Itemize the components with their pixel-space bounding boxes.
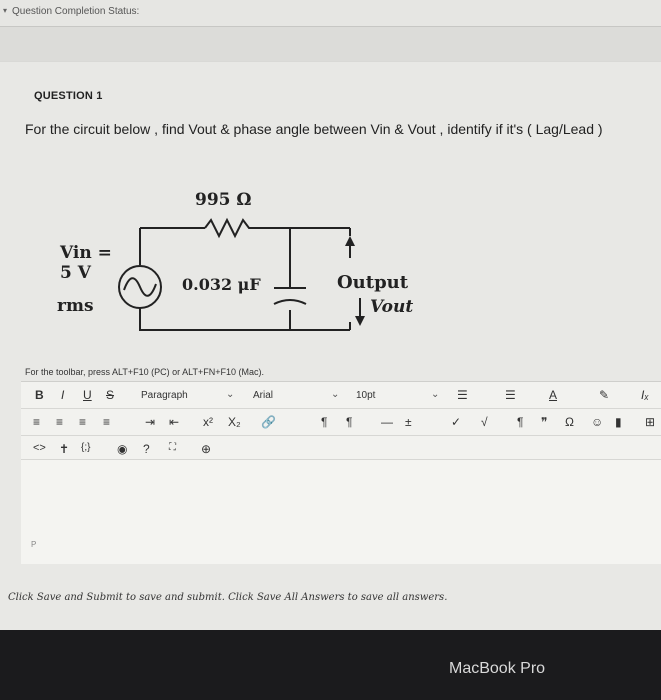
clear-format-icon[interactable]: Iₓ: [641, 388, 649, 402]
italic-button[interactable]: I: [61, 388, 64, 402]
strikethrough-button[interactable]: S: [106, 388, 114, 402]
paragraph-mark-icon[interactable]: ¶: [517, 415, 523, 429]
numbered-list-icon[interactable]: ☰: [505, 388, 516, 402]
chevron-down-icon[interactable]: ⌄: [331, 389, 339, 400]
text-color-button[interactable]: A: [549, 388, 557, 402]
code-view-icon[interactable]: <>: [33, 442, 46, 454]
underline-button[interactable]: U: [83, 388, 92, 402]
equation-icon[interactable]: √: [481, 415, 488, 429]
collapse-icon[interactable]: ▾: [3, 6, 7, 15]
font-select[interactable]: Arial: [253, 390, 273, 401]
rich-text-editor[interactable]: B I U S Paragraph ⌄ Arial ⌄ 10pt ⌄ ☰ ☰ A…: [21, 381, 661, 564]
link-icon[interactable]: 🔗: [261, 415, 276, 429]
output-label: Output: [337, 272, 409, 293]
capacitor-label: 0.032 μF: [182, 275, 261, 294]
vin-value: 5 V: [60, 263, 92, 283]
add-content-icon[interactable]: ⊕: [201, 442, 211, 456]
paragraph-select[interactable]: Paragraph: [141, 390, 188, 401]
device-brand: MacBook Pro: [449, 660, 546, 677]
laptop-bezel: [0, 630, 661, 700]
preview-icon[interactable]: ◉: [117, 442, 127, 456]
highlight-icon[interactable]: ✎: [599, 388, 609, 402]
horizontal-line-icon[interactable]: —: [381, 415, 393, 429]
circuit-diagram: 995 Ω Vin = 5 V rms 0.032 μF Output Vout: [57, 190, 413, 331]
chevron-down-icon[interactable]: ⌄: [431, 389, 439, 400]
resistor-label: 995 Ω: [195, 190, 252, 210]
vin-rms: rms: [57, 296, 94, 316]
status-bar: ▾ Question Completion Status:: [0, 0, 661, 26]
chevron-down-icon[interactable]: ⌄: [226, 389, 234, 400]
path-indicator: P: [31, 540, 37, 549]
editor-content[interactable]: [21, 459, 661, 564]
arrow-head-down: [355, 316, 365, 326]
align-right-icon[interactable]: ≡: [79, 415, 86, 429]
accessibility-icon[interactable]: ✝: [59, 442, 69, 456]
indent-icon[interactable]: ⇥: [145, 415, 155, 429]
toolbar-row-2: ≡ ≡ ≡ ≡ ⇥ ⇤ x² X₂ 🔗 ¶ ¶ — ± ✓ √ ¶ ❞ Ω ☺ …: [21, 409, 661, 435]
help-icon[interactable]: ?: [143, 442, 150, 456]
bullet-list-icon[interactable]: ☰: [457, 388, 468, 402]
fullscreen-icon[interactable]: ⛶: [169, 442, 176, 453]
ltr-icon[interactable]: ¶: [321, 415, 327, 429]
toolbar-hint: For the toolbar, press ALT+F10 (PC) or A…: [25, 367, 265, 377]
save-instructions: Click Save and Submit to save and submit…: [8, 592, 448, 603]
spellcheck-icon[interactable]: ✓: [451, 415, 461, 429]
bold-button[interactable]: B: [35, 388, 44, 402]
spacer: [0, 27, 661, 61]
special-char-icon[interactable]: Ω: [565, 415, 574, 429]
question-title: QUESTION 1: [34, 90, 103, 102]
toolbar-row-1: B I U S Paragraph ⌄ Arial ⌄ 10pt ⌄ ☰ ☰ A…: [21, 382, 661, 408]
table-icon[interactable]: ⊞: [645, 415, 655, 429]
resistor-icon: [204, 217, 255, 239]
quote-icon[interactable]: ❞: [541, 415, 547, 429]
vin-label: Vin =: [59, 243, 112, 263]
vout-label: Vout: [370, 297, 413, 317]
sine-wave: [123, 277, 157, 297]
bookmark-icon[interactable]: ▮: [615, 415, 622, 429]
align-left-icon[interactable]: ≡: [33, 415, 40, 429]
superscript-icon[interactable]: x²: [203, 415, 213, 429]
script-icon[interactable]: {;}: [81, 442, 90, 453]
screen: ▾ Question Completion Status: QUESTION 1…: [0, 0, 661, 630]
rtl-icon[interactable]: ¶: [346, 415, 352, 429]
subscript-icon[interactable]: X₂: [228, 415, 241, 429]
capacitor-plate-curved: [273, 299, 307, 305]
status-label: Question Completion Status:: [12, 6, 140, 17]
question-text: For the circuit below , find Vout & phas…: [25, 121, 603, 137]
font-size-select[interactable]: 10pt: [356, 390, 375, 401]
outdent-icon[interactable]: ⇤: [169, 415, 179, 429]
justify-icon[interactable]: ≡: [103, 415, 110, 429]
insert-icon[interactable]: ±: [405, 415, 412, 429]
emoji-icon[interactable]: ☺: [591, 415, 603, 429]
align-center-icon[interactable]: ≡: [56, 415, 63, 429]
arrow-head-up: [345, 236, 355, 246]
